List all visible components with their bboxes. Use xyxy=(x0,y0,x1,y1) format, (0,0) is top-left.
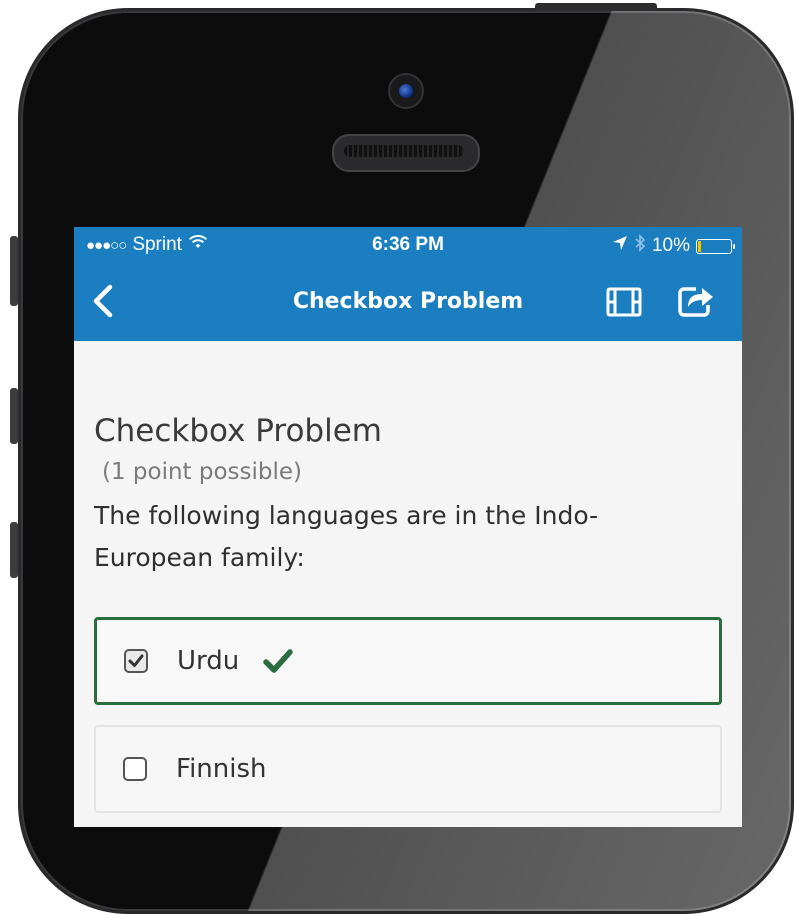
problem-title: Checkbox Problem xyxy=(94,413,382,449)
bluetooth-icon xyxy=(634,234,646,258)
app-screen: ●●●○○ Sprint 6:36 PM 10% Checkbox Proble… xyxy=(74,227,742,827)
front-camera-icon xyxy=(388,73,424,109)
video-film-icon xyxy=(606,287,642,317)
mute-switch xyxy=(10,236,18,306)
battery-percent: 10% xyxy=(651,235,690,256)
location-arrow-icon xyxy=(612,235,628,257)
option-finnish[interactable]: Finnish xyxy=(94,725,722,813)
checkbox-checked-icon[interactable] xyxy=(124,649,148,673)
battery-icon xyxy=(696,238,735,254)
earpiece-speaker xyxy=(332,134,480,172)
option-label: Urdu xyxy=(177,646,240,676)
correct-checkmark-icon xyxy=(263,649,293,673)
checkbox-unchecked-icon[interactable] xyxy=(123,757,147,781)
share-icon xyxy=(678,287,713,317)
share-button[interactable] xyxy=(676,283,716,323)
problem-content: Checkbox Problem (1 point possible) The … xyxy=(74,413,742,813)
power-button xyxy=(535,3,657,11)
volume-up-button xyxy=(10,388,18,444)
video-button[interactable] xyxy=(606,287,642,321)
volume-down-button xyxy=(10,522,18,578)
navigation-bar: Checkbox Problem xyxy=(74,263,742,341)
points-possible: (1 point possible) xyxy=(102,459,303,485)
status-bar: ●●●○○ Sprint 6:36 PM 10% xyxy=(74,227,742,263)
question-text: The following languages are in the Indo-… xyxy=(94,501,599,572)
battery-level-fill xyxy=(698,240,701,252)
option-label: Finnish xyxy=(176,754,267,784)
option-urdu[interactable]: Urdu xyxy=(94,617,722,705)
